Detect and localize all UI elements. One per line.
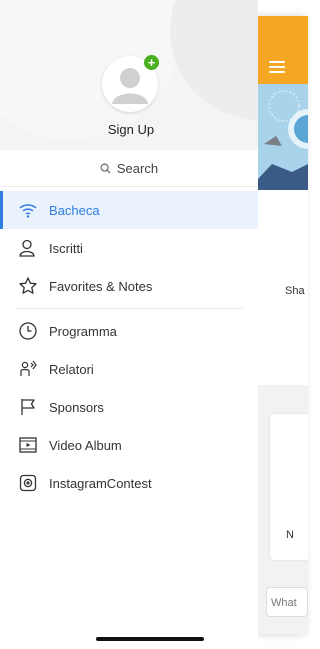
star-icon [18,276,38,296]
menu-item-label: Bacheca [49,202,100,218]
menu-item-instagram-contest[interactable]: InstagramContest [0,464,258,502]
instagram-icon [18,473,38,493]
menu-item-iscritti[interactable]: Iscritti [0,229,258,267]
partial-text: N [286,529,294,541]
side-drawer: + Sign Up Search Bacheca Iscritti Favori… [0,0,258,649]
user-icon [18,238,38,258]
clock-icon [18,321,38,341]
menu-item-programma[interactable]: Programma [0,312,258,350]
menu-item-label: Relatori [49,361,94,377]
menu-item-label: Iscritti [49,240,83,256]
menu-item-label: Video Album [49,437,122,453]
video-icon [18,435,38,455]
hamburger-menu-icon[interactable] [269,61,285,73]
signup-link[interactable]: Sign Up [0,122,262,137]
menu-item-label: Programma [49,323,117,339]
compose-input[interactable]: What [266,587,308,617]
event-banner-image [258,84,308,190]
menu-item-label: InstagramContest [49,475,152,491]
menu-item-favorites[interactable]: Favorites & Notes [0,267,258,305]
underlying-app-panel: Sha N What [258,16,308,634]
menu-item-label: Sponsors [49,399,104,415]
search-icon [100,163,111,174]
app-toolbar [258,16,308,84]
home-indicator[interactable] [96,637,204,641]
add-photo-icon[interactable]: + [144,55,159,70]
search-label: Search [116,160,159,176]
drawer-menu: Bacheca Iscritti Favorites & Notes Progr… [0,191,258,502]
menu-item-label: Favorites & Notes [49,278,153,294]
partial-text: Sha [285,285,305,297]
menu-item-sponsors[interactable]: Sponsors [0,388,258,426]
wifi-icon [18,200,38,220]
flag-icon [18,397,38,417]
menu-divider [16,308,242,309]
menu-item-video-album[interactable]: Video Album [0,426,258,464]
speaker-icon [18,359,38,379]
search-button[interactable]: Search [0,150,258,187]
menu-item-relatori[interactable]: Relatori [0,350,258,388]
menu-item-bacheca[interactable]: Bacheca [0,191,258,229]
